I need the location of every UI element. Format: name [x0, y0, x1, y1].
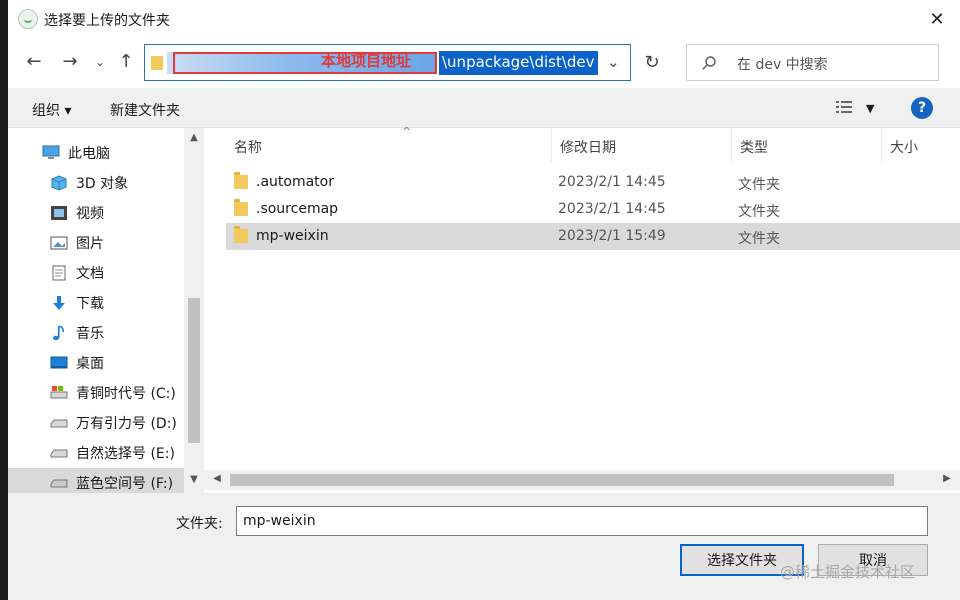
dialog-footer: 文件夹: 选择文件夹 取消 @稀土掘金技术社区 [8, 493, 960, 600]
address-bar[interactable]: 本地项目地址 \unpackage\dist\dev ⌄ [144, 44, 631, 81]
column-size-label: 大小 [890, 140, 918, 156]
nav-item-pictures[interactable]: 图片 [8, 228, 184, 258]
search-icon [702, 56, 716, 70]
sort-ascending-icon: ^ [402, 125, 412, 138]
file-name: .automator [256, 174, 334, 190]
nav-scrollbar[interactable]: ▲ ▼ [184, 128, 204, 493]
nav-item-label: 音乐 [76, 326, 104, 342]
search-input[interactable]: 在 dev 中搜索 [686, 44, 939, 81]
nav-item-label: 青铜时代号 (C:) [76, 386, 176, 402]
file-date: 2023/2/1 15:49 [558, 228, 666, 244]
file-name: .sourcemap [256, 201, 339, 217]
scroll-left-arrow-icon[interactable]: ◀ [210, 473, 224, 484]
view-options-icon[interactable] [836, 100, 854, 116]
file-list: 名称 ^ 修改日期 类型 大小 .automator 2023/2/1 14:4… [204, 125, 960, 493]
nav-item-label: 万有引力号 (D:) [76, 416, 177, 432]
navigation-pane: 此电脑 3D 对象 视频 图片 文档 下载 音乐 桌面 青铜时代号 (C:) 万… [8, 128, 204, 498]
computer-icon [42, 145, 60, 161]
nav-item-drive-c[interactable]: 青铜时代号 (C:) [8, 378, 184, 408]
table-row-selected[interactable]: mp-weixin 2023/2/1 15:49 文件夹 [226, 223, 960, 250]
drive-icon [50, 385, 68, 401]
nav-item-label: 桌面 [76, 356, 104, 372]
nav-item-drive-e[interactable]: 自然选择号 (E:) [8, 438, 184, 468]
file-type: 文件夹 [738, 231, 780, 247]
nav-item-desktop[interactable]: 桌面 [8, 348, 184, 378]
column-header-date[interactable]: 修改日期 [552, 128, 732, 162]
nav-item-label: 此电脑 [68, 146, 110, 162]
horizontal-scrollbar[interactable]: ◀ ▶ [204, 470, 960, 490]
scroll-right-arrow-icon[interactable]: ▶ [940, 473, 954, 484]
command-toolbar: 组织 ▾ 新建文件夹 ▼ ? [8, 88, 960, 128]
horizontal-scrollbar-thumb[interactable] [230, 474, 894, 486]
refresh-button[interactable]: ↻ [632, 44, 672, 81]
download-icon [50, 295, 68, 311]
nav-item-label: 下载 [76, 296, 104, 312]
nav-item-this-pc[interactable]: 此电脑 [8, 138, 184, 168]
address-row: ← → ⌄ ↑ 本地项目地址 \unpackage\dist\dev ⌄ ↻ 在… [8, 38, 960, 88]
nav-item-label: 视频 [76, 206, 104, 222]
file-name: mp-weixin [256, 228, 329, 244]
scroll-up-arrow-icon[interactable]: ▲ [187, 132, 201, 143]
column-header-name[interactable]: 名称 ^ [226, 125, 552, 162]
music-icon [50, 325, 68, 341]
file-type: 文件夹 [738, 204, 780, 220]
nav-item-music[interactable]: 音乐 [8, 318, 184, 348]
column-type-label: 类型 [740, 140, 768, 156]
file-date: 2023/2/1 14:45 [558, 201, 666, 217]
cube-icon [50, 175, 68, 191]
nav-item-drive-d[interactable]: 万有引力号 (D:) [8, 408, 184, 438]
view-dropdown-chevron-icon[interactable]: ▼ [866, 102, 874, 115]
up-arrow-icon[interactable]: ↑ [114, 51, 138, 72]
scroll-down-arrow-icon[interactable]: ▼ [187, 474, 201, 485]
watermark-text: @稀土掘金技术社区 [780, 563, 916, 581]
picture-icon [50, 235, 68, 251]
nav-item-label: 蓝色空间号 (F:) [76, 476, 174, 492]
window-title: 选择要上传的文件夹 [44, 13, 170, 29]
folder-icon [234, 226, 248, 243]
new-folder-button[interactable]: 新建文件夹 [110, 100, 180, 120]
file-date: 2023/2/1 14:45 [558, 174, 666, 190]
back-arrow-icon[interactable]: ← [22, 51, 46, 72]
column-header-size[interactable]: 大小 [882, 128, 960, 162]
title-bar: 选择要上传的文件夹 ✕ [8, 0, 960, 38]
folder-icon [234, 199, 248, 216]
folder-picker-dialog: 选择要上传的文件夹 ✕ ← → ⌄ ↑ 本地项目地址 \unpackage\di… [8, 0, 960, 600]
nav-item-label: 文档 [76, 266, 104, 282]
search-placeholder: 在 dev 中搜索 [737, 57, 828, 73]
column-name-label: 名称 [234, 140, 262, 156]
drive-icon [50, 445, 68, 461]
folder-name-input[interactable] [236, 506, 928, 536]
address-path-text[interactable]: \unpackage\dist\dev [439, 51, 598, 75]
video-icon [50, 205, 68, 221]
nav-item-label: 图片 [76, 236, 104, 252]
address-dropdown-chevron-icon[interactable]: ⌄ [607, 53, 620, 71]
nav-item-3d-objects[interactable]: 3D 对象 [8, 168, 184, 198]
folder-icon [151, 56, 163, 70]
nav-item-downloads[interactable]: 下载 [8, 288, 184, 318]
column-header-type[interactable]: 类型 [732, 128, 882, 162]
drive-icon [50, 415, 68, 431]
app-icon [18, 9, 38, 29]
recent-locations-chevron-icon[interactable]: ⌄ [88, 55, 112, 69]
nav-item-documents[interactable]: 文档 [8, 258, 184, 288]
desktop-icon [50, 355, 68, 371]
nav-item-label: 3D 对象 [76, 176, 129, 192]
nav-item-videos[interactable]: 视频 [8, 198, 184, 228]
organize-menu[interactable]: 组织 ▾ [32, 100, 71, 120]
nav-scrollbar-thumb[interactable] [188, 298, 200, 443]
forward-arrow-icon[interactable]: → [58, 51, 82, 72]
table-row[interactable]: .sourcemap 2023/2/1 14:45 文件夹 [226, 196, 960, 223]
file-type: 文件夹 [738, 177, 780, 193]
document-icon [50, 265, 68, 281]
column-date-label: 修改日期 [560, 140, 616, 156]
annotation-text: 本地项目地址 [321, 52, 412, 70]
help-button[interactable]: ? [911, 97, 933, 119]
close-button[interactable]: ✕ [914, 0, 960, 38]
folder-field-label: 文件夹: [176, 516, 223, 532]
table-row[interactable]: .automator 2023/2/1 14:45 文件夹 [226, 169, 960, 196]
nav-item-label: 自然选择号 (E:) [76, 446, 175, 462]
drive-icon [50, 475, 68, 491]
folder-icon [234, 172, 248, 189]
